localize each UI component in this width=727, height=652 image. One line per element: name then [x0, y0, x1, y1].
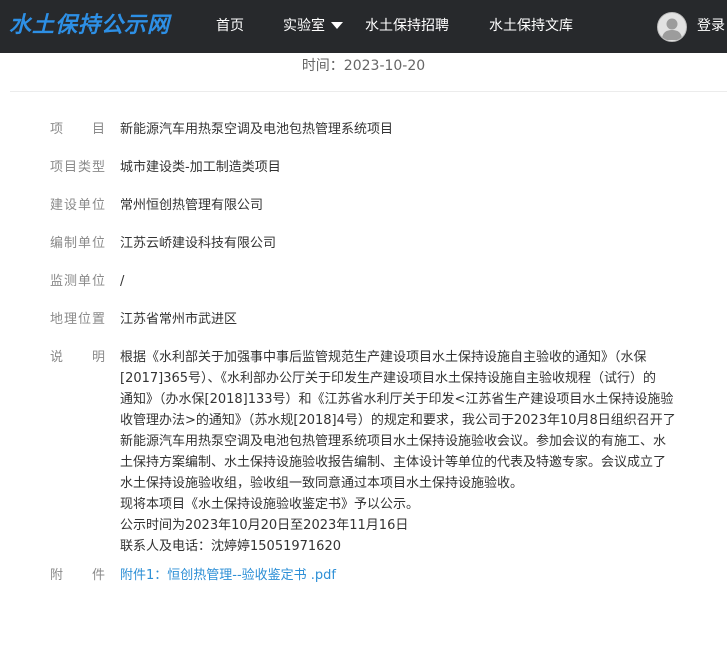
description-line: 公示时间为2023年10月20日至2023年11月16日: [120, 518, 409, 533]
divider: [10, 91, 727, 92]
description-line: 根据《水利部关于加强事中事后监管规范生产建设项目水土保持设施自主验收的通知》（水…: [120, 350, 647, 365]
location-label: 地理位置: [50, 312, 105, 327]
description-text: 根据《水利部关于加强事中事后监管规范生产建设项目水土保持设施自主验收的通知》（水…: [120, 347, 712, 557]
top-navbar: 水土保持公示网 首页 实验室 水土保持招聘 水土保持文库 登录: [0, 0, 727, 53]
description-label: 说明: [50, 350, 105, 365]
project-type-label: 项目类型: [50, 160, 105, 175]
nav-library[interactable]: 水土保持文库: [489, 0, 573, 53]
project-value: 新能源汽车用热泵空调及电池包热管理系统项目: [120, 122, 394, 137]
nav-library-label: 水土保持文库: [489, 18, 573, 34]
description-line: 通知》（办水保[2018]133号）和《江苏省水利厅关于印发<江苏省生产建设项目…: [120, 392, 674, 407]
attachment-label: 附件: [50, 568, 105, 583]
compiler-label: 编制单位: [50, 236, 105, 251]
nav-lab-dropdown[interactable]: 实验室: [283, 0, 343, 53]
nav-home[interactable]: 首页: [216, 0, 244, 53]
site-logo[interactable]: 水土保持公示网: [9, 9, 170, 43]
user-silhouette-icon: [662, 18, 682, 40]
description-line: 新能源汽车用热泵空调及电池包热管理系统项目水土保持设施验收会议。参加会议的有施工…: [120, 434, 667, 449]
builder-label: 建设单位: [50, 198, 105, 213]
nav-login-label: 登录: [697, 18, 725, 34]
builder-value: 常州恒创热管理有限公司: [120, 198, 264, 213]
project-type-value: 城市建设类-加工制造类项目: [120, 160, 281, 175]
description-line: 现将本项目《水土保持设施验收鉴定书》予以公示。: [120, 497, 420, 512]
monitor-value: /: [120, 274, 125, 289]
nav-login[interactable]: 登录: [697, 0, 725, 53]
description-line: [2017]365号）、《水利部办公厅关于印发生产建设项目水土保持设施自主验收规…: [120, 371, 657, 386]
description-line: 土保持方案编制、水土保持设施验收报告编制、主体设计等单位的代表及特邀专家。会议成…: [120, 455, 667, 470]
nav-lab-label: 实验室: [283, 18, 325, 34]
nav-recruit-label: 水土保持招聘: [365, 18, 449, 34]
compiler-value: 江苏云峤建设科技有限公司: [120, 236, 277, 251]
publish-time: 时间：2023-10-20: [301, 58, 426, 74]
location-value: 江苏省常州市武进区: [120, 312, 238, 327]
monitor-label: 监测单位: [50, 274, 105, 289]
chevron-down-icon: [331, 21, 343, 29]
description-line: 水土保持设施验收组，验收组一致同意通过本项目水土保持设施验收。: [120, 476, 524, 491]
description-line: 收管理办法>的通知》（苏水规[2018]4号）的规定和要求，我公司于2023年1…: [120, 413, 676, 428]
nav-home-label: 首页: [216, 18, 244, 34]
project-label: 项目: [50, 122, 105, 137]
description-line: 联系人及电话：沈婷婷15051971620: [120, 539, 341, 554]
avatar-icon[interactable]: [657, 12, 687, 42]
attachment-link[interactable]: 附件1：恒创热管理--验收鉴定书 .pdf: [120, 568, 336, 583]
nav-recruit[interactable]: 水土保持招聘: [365, 0, 449, 53]
